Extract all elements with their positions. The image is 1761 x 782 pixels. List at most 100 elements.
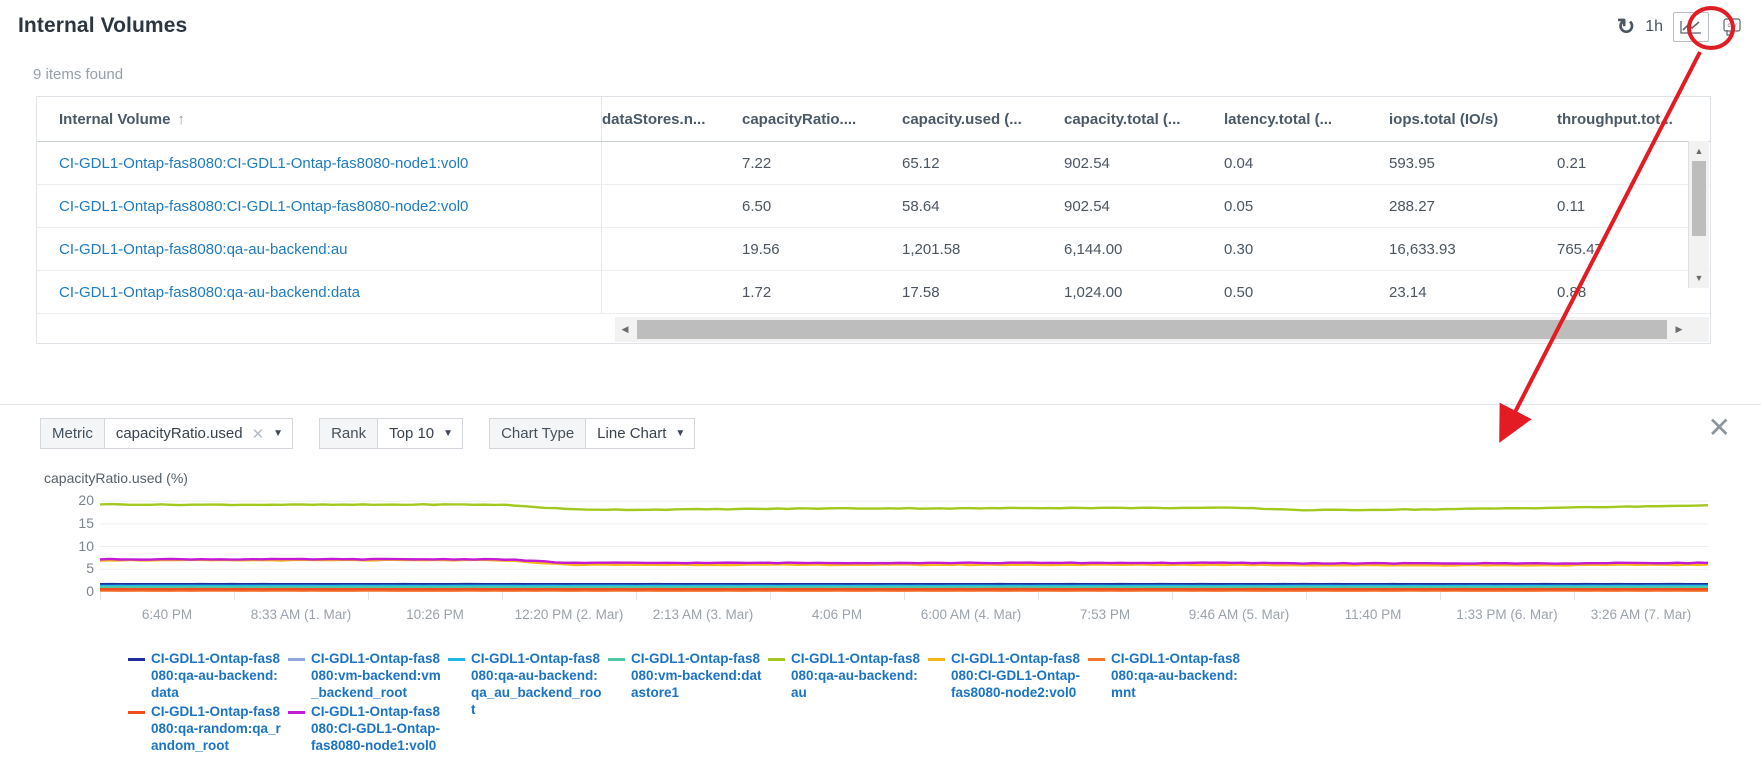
x-tick-mark: [770, 592, 771, 600]
chart-plot-area: [100, 492, 1708, 592]
legend-color-swatch: [128, 711, 145, 714]
table-row[interactable]: CI-GDL1-Ontap-fas8080:qa-au-backend:au 1…: [37, 228, 1710, 271]
rank-select[interactable]: Top 10 ▼: [377, 418, 463, 449]
legend-item[interactable]: CI-GDL1-Ontap-fas8080:vm-backend:vm_back…: [288, 650, 448, 701]
x-tick-label: 1:33 PM (6. Mar): [1456, 607, 1557, 622]
table-horizontal-scrollbar[interactable]: ◀ ▶: [615, 317, 1689, 342]
column-header-iops-total[interactable]: iops.total (IO/s): [1389, 97, 1557, 142]
legend-color-swatch: [768, 658, 785, 661]
x-tick-mark: [1574, 592, 1575, 600]
chart-type-select[interactable]: Line Chart ▼: [585, 418, 695, 449]
column-header-latency-total[interactable]: latency.total (...: [1224, 97, 1389, 142]
x-tick-label: 6:00 AM (4. Mar): [921, 607, 1022, 622]
legend-column: CI-GDL1-Ontap-fas8080:vm-backend:datasto…: [608, 650, 768, 756]
cell-iops-total: 288.27: [1389, 185, 1557, 228]
cell-datastores: [602, 142, 743, 185]
legend-item[interactable]: CI-GDL1-Ontap-fas8080:CI-GDL1-Ontap-fas8…: [928, 650, 1088, 701]
legend-label: CI-GDL1-Ontap-fas8080:vm-backend:vm_back…: [311, 650, 443, 701]
cell-capacity-total: 902.54: [1064, 185, 1224, 228]
internal-volume-link[interactable]: CI-GDL1-Ontap-fas8080:CI-GDL1-Ontap-fas8…: [59, 198, 468, 215]
chevron-down-icon[interactable]: ▼: [443, 428, 453, 439]
legend-column: CI-GDL1-Ontap-fas8080:vm-backend:vm_back…: [288, 650, 448, 756]
metric-value: capacityRatio.used: [116, 425, 243, 442]
x-tick-mark: [234, 592, 235, 600]
cell-capacity-total: 902.54: [1064, 142, 1224, 185]
scrollbar-corner: [1689, 317, 1709, 342]
legend-item[interactable]: CI-GDL1-Ontap-fas8080:CI-GDL1-Ontap-fas8…: [288, 703, 448, 754]
chart-type-value: Line Chart: [597, 425, 666, 442]
legend-item[interactable]: CI-GDL1-Ontap-fas8080:vm-backend:datasto…: [608, 650, 768, 701]
line-chart-glyph: [1680, 20, 1702, 34]
table-row[interactable]: CI-GDL1-Ontap-fas8080:qa-au-backend:data…: [37, 271, 1710, 314]
cell-iops-total: 16,633.93: [1389, 228, 1557, 271]
horizontal-scroll-thumb[interactable]: [637, 320, 1667, 339]
table-header-row: Internal Volume↑ dataStores.n... capacit…: [37, 97, 1710, 142]
legend-color-swatch: [608, 658, 625, 661]
column-header-internal-volume[interactable]: Internal Volume↑: [37, 97, 602, 142]
column-header-capacity-ratio[interactable]: capacityRatio....: [742, 97, 902, 142]
scroll-up-icon[interactable]: ▲: [1689, 142, 1709, 160]
refresh-icon[interactable]: ↻: [1617, 16, 1635, 38]
chevron-down-icon[interactable]: ▼: [273, 428, 283, 439]
scroll-left-icon[interactable]: ◀: [615, 317, 635, 342]
y-tick-label: 20: [78, 492, 94, 508]
close-chart-panel-button[interactable]: ✕: [1708, 414, 1731, 442]
legend-item[interactable]: CI-GDL1-Ontap-fas8080:qa-au-backend:au: [768, 650, 928, 701]
line-chart-icon[interactable]: [1673, 12, 1709, 42]
cell-capacity-used: 1,201.58: [902, 228, 1064, 271]
cell-datastores: [602, 271, 743, 314]
sort-ascending-icon[interactable]: ↑: [177, 111, 185, 128]
chevron-down-icon[interactable]: ▼: [675, 428, 685, 439]
internal-volume-link[interactable]: CI-GDL1-Ontap-fas8080:CI-GDL1-Ontap-fas8…: [59, 155, 468, 172]
metric-label: Metric: [40, 418, 104, 449]
x-tick-label: 12:20 PM (2. Mar): [515, 607, 624, 622]
column-header-throughput-total[interactable]: throughput.tot...: [1557, 97, 1710, 142]
time-range-label[interactable]: 1h: [1645, 18, 1663, 36]
y-tick-label: 5: [86, 560, 94, 576]
cell-iops-total: 23.14: [1389, 271, 1557, 314]
scroll-down-icon[interactable]: ▼: [1689, 269, 1709, 287]
table-row[interactable]: CI-GDL1-Ontap-fas8080:CI-GDL1-Ontap-fas8…: [37, 185, 1710, 228]
column-header-capacity-used[interactable]: capacity.used (...: [902, 97, 1064, 142]
scroll-right-icon[interactable]: ▶: [1669, 317, 1689, 342]
cell-latency-total: 0.50: [1224, 271, 1389, 314]
chart-y-axis-labels: 05101520: [44, 486, 94, 598]
chart-axis-title: capacityRatio.used (%): [44, 470, 188, 486]
y-tick-label: 0: [86, 583, 94, 599]
chart-legend: CI-GDL1-Ontap-fas8080:qa-au-backend:data…: [128, 650, 1758, 756]
cell-capacity-ratio: 19.56: [742, 228, 902, 271]
metric-select[interactable]: capacityRatio.used ✕ ▼: [104, 418, 293, 449]
column-header-capacity-total[interactable]: capacity.total (...: [1064, 97, 1224, 142]
cell-iops-total: 593.95: [1389, 142, 1557, 185]
cell-capacity-ratio: 7.22: [742, 142, 902, 185]
cell-capacity-used: 65.12: [902, 142, 1064, 185]
chart-controls-toolbar: Metric capacityRatio.used ✕ ▼ Rank Top 1…: [40, 418, 695, 449]
vertical-scroll-thumb[interactable]: [1692, 161, 1706, 236]
legend-item[interactable]: CI-GDL1-Ontap-fas8080:qa-au-backend:data: [128, 650, 288, 701]
csv-download-icon[interactable]: csv: [1719, 13, 1747, 41]
legend-column: CI-GDL1-Ontap-fas8080:qa-au-backend:au: [768, 650, 928, 756]
table-vertical-scrollbar[interactable]: ▲ ▼: [1688, 141, 1709, 288]
rank-label: Rank: [319, 418, 377, 449]
internal-volume-link[interactable]: CI-GDL1-Ontap-fas8080:qa-au-backend:data: [59, 284, 360, 301]
clear-metric-icon[interactable]: ✕: [252, 425, 265, 443]
metric-control: Metric capacityRatio.used ✕ ▼: [40, 418, 293, 449]
table-body: CI-GDL1-Ontap-fas8080:CI-GDL1-Ontap-fas8…: [37, 142, 1710, 314]
legend-column: CI-GDL1-Ontap-fas8080:qa-au-backend:mnt: [1088, 650, 1248, 756]
table-row[interactable]: CI-GDL1-Ontap-fas8080:CI-GDL1-Ontap-fas8…: [37, 142, 1710, 185]
csv-download-glyph: csv: [1721, 16, 1745, 38]
legend-color-swatch: [448, 658, 465, 661]
column-header-datastores[interactable]: dataStores.n...: [602, 97, 743, 142]
cell-latency-total: 0.30: [1224, 228, 1389, 271]
cell-internal-volume: CI-GDL1-Ontap-fas8080:qa-au-backend:data: [37, 271, 602, 314]
x-tick-mark: [636, 592, 637, 600]
legend-item[interactable]: CI-GDL1-Ontap-fas8080:qa-au-backend:mnt: [1088, 650, 1248, 701]
legend-item[interactable]: CI-GDL1-Ontap-fas8080:qa-au-backend:qa_a…: [448, 650, 608, 718]
x-tick-mark: [904, 592, 905, 600]
x-tick-label: 2:13 AM (3. Mar): [653, 607, 754, 622]
cell-internal-volume: CI-GDL1-Ontap-fas8080:CI-GDL1-Ontap-fas8…: [37, 142, 602, 185]
legend-item[interactable]: CI-GDL1-Ontap-fas8080:qa-random:qa_rando…: [128, 703, 288, 754]
svg-text:csv: csv: [1728, 23, 1737, 29]
internal-volumes-table: Internal Volume↑ dataStores.n... capacit…: [36, 96, 1711, 344]
internal-volume-link[interactable]: CI-GDL1-Ontap-fas8080:qa-au-backend:au: [59, 241, 348, 258]
